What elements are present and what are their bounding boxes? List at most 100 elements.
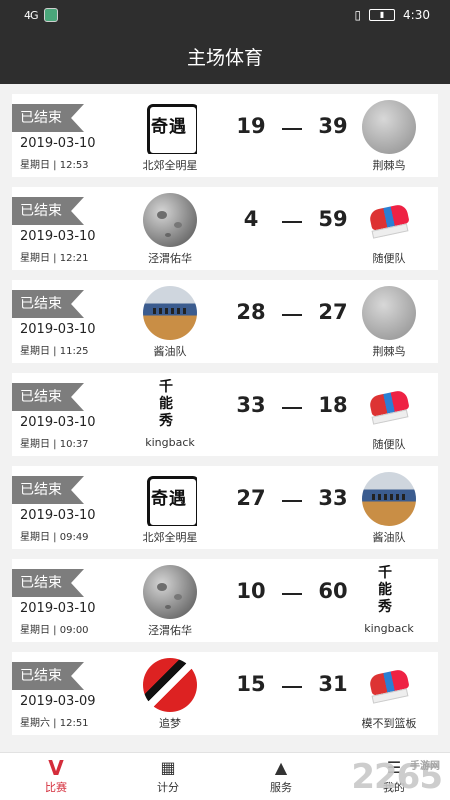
away-team[interactable]: 模不到篮板 xyxy=(344,658,434,731)
away-team[interactable]: 随便队 xyxy=(344,193,434,266)
moon-logo-icon xyxy=(143,193,197,247)
page-title: 主场体育 xyxy=(0,32,450,84)
home-score: 19 xyxy=(236,114,266,138)
app-notification-icon xyxy=(43,8,58,22)
score-dash xyxy=(282,686,302,688)
match-card[interactable]: 已结束 2019-03-10 星期日 | 12:21 泾渭佑华 4 59 随便队 xyxy=(12,187,438,270)
match-date: 2019-03-09 xyxy=(20,694,96,709)
match-time: 星期日 | 10:37 xyxy=(20,439,89,450)
match-card[interactable]: 已结束 2019-03-09 星期六 | 12:51 追梦 15 31 模不到篮… xyxy=(12,652,438,735)
score-dash xyxy=(282,314,302,316)
home-team-name: 酱油队 xyxy=(153,345,187,358)
away-team[interactable]: 随便队 xyxy=(344,379,434,452)
home-score: 33 xyxy=(236,393,266,417)
calligraphy-logo-icon xyxy=(143,100,197,154)
home-team-name: 北郊全明星 xyxy=(142,531,198,544)
status-badge: 已结束 xyxy=(12,104,84,132)
away-team-name: 随便队 xyxy=(372,438,406,451)
away-team[interactable]: 荆棘鸟 xyxy=(344,286,434,359)
match-time: 星期六 | 12:51 xyxy=(20,718,89,729)
home-team-name: 泾渭佑华 xyxy=(148,624,192,637)
status-badge: 已结束 xyxy=(12,476,84,504)
home-team-name: 北郊全明星 xyxy=(142,159,198,172)
triangle-icon: ▲ xyxy=(274,758,288,777)
sneakers-logo-icon xyxy=(362,379,416,433)
tab-matches[interactable]: V 比赛 xyxy=(0,757,112,795)
away-team-name: 随便队 xyxy=(372,252,406,265)
status-badge: 已结束 xyxy=(12,383,84,411)
away-team-name: 荆棘鸟 xyxy=(372,159,406,172)
watermark: 2265 手游网 xyxy=(351,757,443,797)
battery-icon: ▮ xyxy=(369,9,396,21)
match-time: 星期日 | 09:00 xyxy=(20,625,89,636)
status-badge: 已结束 xyxy=(12,197,84,225)
match-list[interactable]: 已结束 2019-03-10 星期日 | 12:53 北郊全明星 19 39 荆… xyxy=(0,84,450,752)
away-team[interactable]: 酱油队 xyxy=(344,472,434,545)
tab-scoring[interactable]: ▦ 计分 xyxy=(112,757,224,795)
status-badge: 已结束 xyxy=(12,290,84,318)
vibrate-icon: ▯ xyxy=(354,8,362,22)
home-team[interactable]: 追梦 xyxy=(125,658,215,731)
tab-services[interactable]: ▲ 服务 xyxy=(225,757,337,795)
match-date: 2019-03-10 xyxy=(20,136,96,151)
scoreboard-icon: ▦ xyxy=(160,758,176,777)
away-team-name: 荆棘鸟 xyxy=(372,345,406,358)
home-score: 15 xyxy=(236,672,266,696)
match-date: 2019-03-10 xyxy=(20,322,96,337)
court-logo-icon xyxy=(362,472,416,526)
clock: 4:30 xyxy=(403,8,430,22)
away-team[interactable]: kingback xyxy=(344,565,434,635)
match-card[interactable]: 已结束 2019-03-10 星期日 | 10:37 kingback 33 1… xyxy=(12,373,438,456)
away-team-name: 酱油队 xyxy=(372,531,406,544)
home-score: 10 xyxy=(236,579,266,603)
tab-label: 服务 xyxy=(270,781,292,794)
score-dash xyxy=(282,128,302,130)
home-team-name: 泾渭佑华 xyxy=(148,252,192,265)
match-card[interactable]: 已结束 2019-03-10 星期日 | 11:25 酱油队 28 27 荆棘鸟 xyxy=(12,280,438,363)
red-sneaker-logo-icon xyxy=(143,658,197,712)
home-team[interactable]: 北郊全明星 xyxy=(125,472,215,545)
kingback-logo-icon xyxy=(362,565,416,619)
court-logo-icon xyxy=(143,286,197,340)
home-team[interactable]: kingback xyxy=(125,379,215,449)
match-card[interactable]: 已结束 2019-03-10 星期日 | 09:00 泾渭佑华 10 60 ki… xyxy=(12,559,438,642)
match-time: 星期日 | 12:53 xyxy=(20,160,89,171)
status-bar: 4G ▯ ▮ 4:30 xyxy=(0,0,450,32)
home-team-name: 追梦 xyxy=(159,717,181,730)
home-team[interactable]: 北郊全明星 xyxy=(125,100,215,173)
match-card[interactable]: 已结束 2019-03-10 星期日 | 12:53 北郊全明星 19 39 荆… xyxy=(12,94,438,177)
match-time: 星期日 | 11:25 xyxy=(20,346,89,357)
status-badge: 已结束 xyxy=(12,662,84,690)
score-dash xyxy=(282,221,302,223)
home-team[interactable]: 酱油队 xyxy=(125,286,215,359)
watermark-sub: 手游网 xyxy=(410,761,440,772)
grey-disc-logo-icon xyxy=(362,286,416,340)
home-team[interactable]: 泾渭佑华 xyxy=(125,565,215,638)
match-card[interactable]: 已结束 2019-03-10 星期日 | 09:49 北郊全明星 27 33 酱… xyxy=(12,466,438,549)
home-team-name: kingback xyxy=(145,436,195,449)
away-team-name: kingback xyxy=(364,622,414,635)
match-date: 2019-03-10 xyxy=(20,229,96,244)
tab-label: 计分 xyxy=(157,781,179,794)
away-team[interactable]: 荆棘鸟 xyxy=(344,100,434,173)
sneakers-logo-icon xyxy=(362,193,416,247)
match-date: 2019-03-10 xyxy=(20,601,96,616)
tab-label: 比赛 xyxy=(45,781,67,794)
home-score: 4 xyxy=(243,207,259,231)
score-dash xyxy=(282,500,302,502)
match-time: 星期日 | 12:21 xyxy=(20,253,89,264)
status-badge: 已结束 xyxy=(12,569,84,597)
match-date: 2019-03-10 xyxy=(20,508,96,523)
score-dash xyxy=(282,593,302,595)
match-date: 2019-03-10 xyxy=(20,415,96,430)
kingback-logo-icon xyxy=(143,379,197,433)
moon-logo-icon xyxy=(143,565,197,619)
match-time: 星期日 | 09:49 xyxy=(20,532,89,543)
away-team-name: 模不到篮板 xyxy=(361,717,417,730)
score-dash xyxy=(282,407,302,409)
v-logo-icon: V xyxy=(48,756,64,780)
sneakers-logo-icon xyxy=(362,658,416,712)
calligraphy-logo-icon xyxy=(143,472,197,526)
signal-icon: 4G xyxy=(24,8,38,22)
home-team[interactable]: 泾渭佑华 xyxy=(125,193,215,266)
